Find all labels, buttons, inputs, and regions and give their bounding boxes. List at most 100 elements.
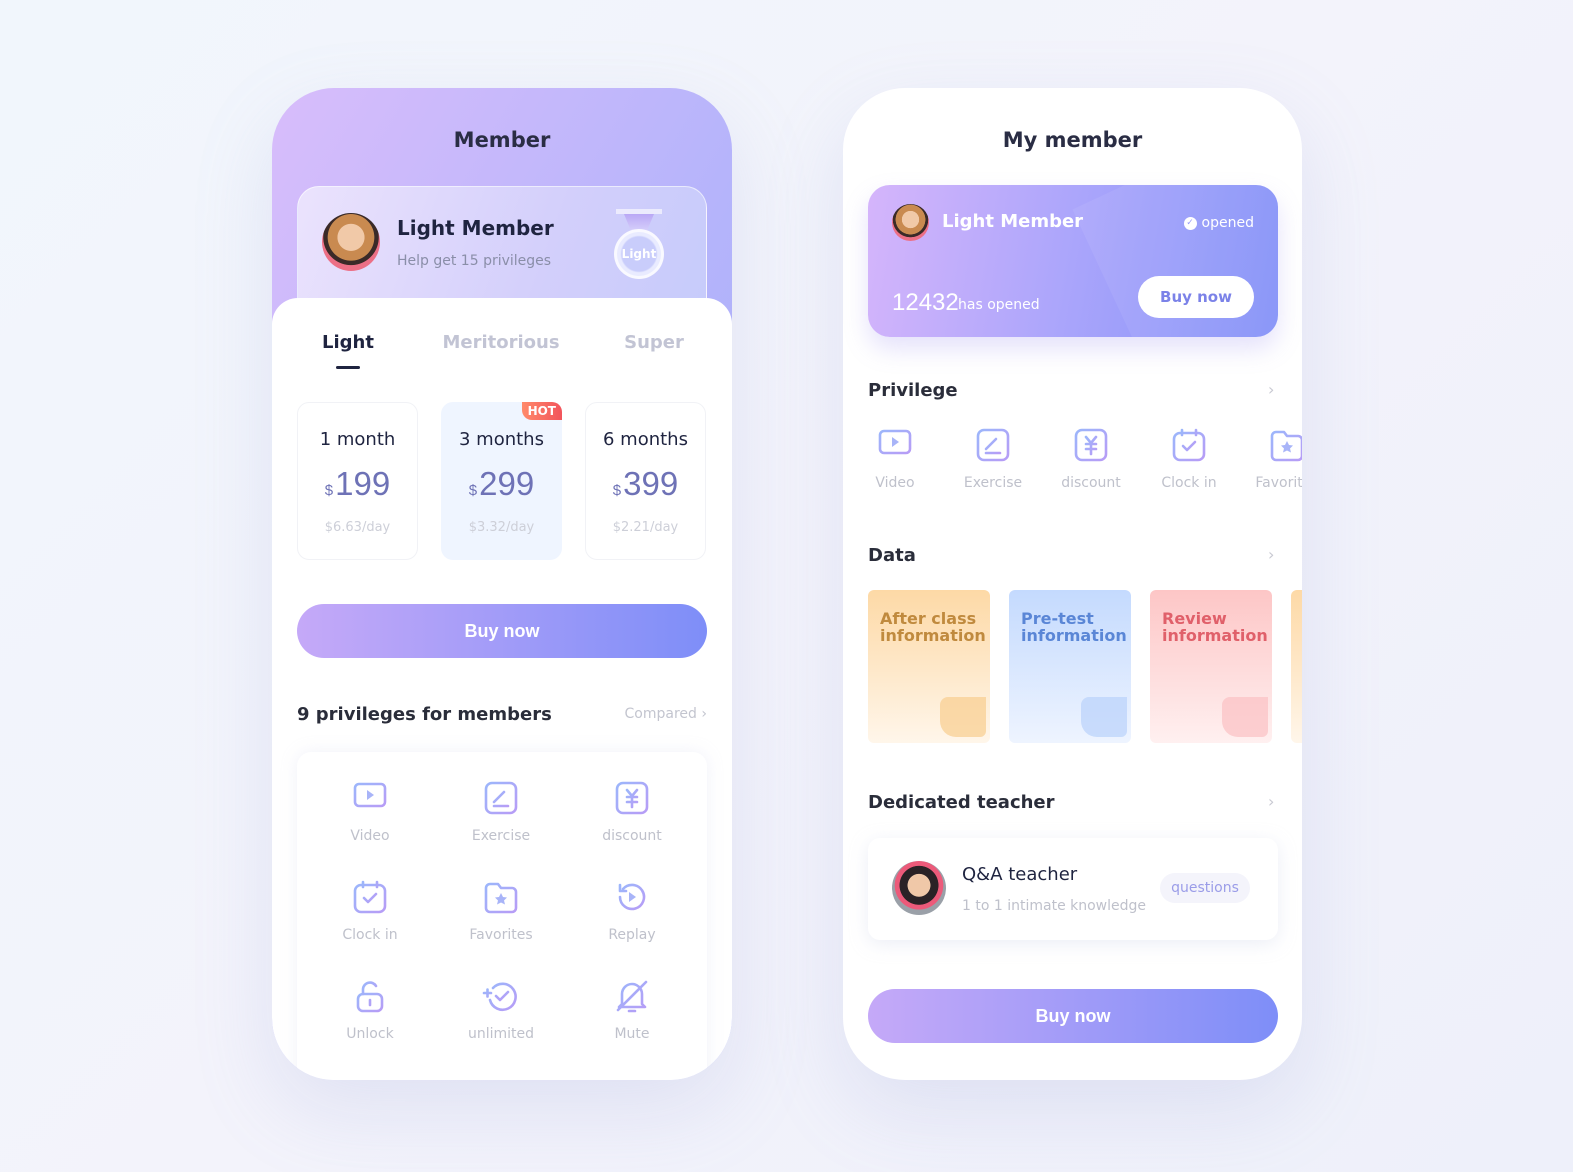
chevron-right-icon[interactable]: › [1268, 545, 1274, 564]
opened-count-label: has opened [958, 297, 1040, 313]
privilege-label: Mute [614, 1026, 650, 1042]
privilege-label: Clock in [342, 927, 398, 943]
privilege-label: Video [875, 475, 915, 491]
privilege-exercise[interactable]: Exercise [461, 778, 541, 844]
member-subtitle: Help get 15 privileges [397, 253, 552, 269]
tab-meritorious[interactable]: Meritorious [442, 332, 559, 353]
privilege-unlock[interactable]: Unlock [330, 976, 410, 1042]
check-circle-icon: ✓ [1183, 216, 1197, 230]
plan-price: $299 [468, 465, 535, 502]
member-screen: Member Light Member Help get 15 privileg… [272, 88, 732, 1080]
avatar [892, 204, 929, 241]
plan-duration: 1 month [319, 429, 396, 450]
privilege-label: discount [602, 828, 662, 844]
questions-tag[interactable]: questions [1160, 873, 1250, 903]
data-card-after-class[interactable]: After class information [868, 590, 990, 743]
privilege-video[interactable]: Video [855, 425, 935, 491]
buy-now-button[interactable]: Buy now [297, 604, 707, 658]
compared-link[interactable]: Compared › [625, 706, 707, 722]
plan-card-3-months[interactable]: HOT 3 months $299 $3.32/day [441, 402, 562, 560]
favorites-icon [484, 882, 518, 914]
discount-icon [1074, 428, 1108, 462]
favorites-icon [1270, 430, 1302, 462]
tab-super[interactable]: Super [624, 332, 684, 353]
buy-now-button[interactable]: Buy now [868, 989, 1278, 1043]
plan-per-day: $2.21/day [612, 520, 679, 535]
privilege-label: Unlock [346, 1026, 394, 1042]
data-title: Data [868, 545, 916, 566]
plan-card-1-month[interactable]: 1 month $199 $6.63/day [297, 402, 418, 560]
plan-per-day: $3.32/day [468, 520, 535, 535]
tab-indicator [336, 366, 360, 369]
document-icon [940, 697, 986, 737]
document-icon [1222, 697, 1268, 737]
privilege-exercise[interactable]: Exercise [953, 425, 1033, 491]
privilege-favorites[interactable]: Favorites [1247, 425, 1302, 491]
privileges-grid: Video Exercise discount Clock in Favorites Re… [297, 752, 707, 1080]
discount-icon [615, 781, 649, 815]
plans-panel: Light Meritorious Super 1 month $199 $6.… [272, 298, 732, 1080]
chevron-right-icon[interactable]: › [1268, 792, 1274, 811]
privilege-label: discount [1061, 475, 1121, 491]
teacher-name: Q&A teacher [962, 864, 1078, 885]
plan-price: $199 [324, 465, 391, 502]
status-badge: ✓ opened [1183, 215, 1254, 231]
avatar [322, 213, 380, 271]
mute-icon [616, 980, 648, 1013]
data-card-pre-test[interactable]: Pre-test information [1009, 590, 1131, 743]
hot-badge: HOT [521, 402, 562, 420]
privilege-label: Exercise [471, 828, 531, 844]
unlock-icon [356, 981, 384, 1013]
page-title: Member [453, 128, 551, 152]
member-name: Light Member [942, 211, 1084, 232]
exercise-icon [976, 428, 1010, 462]
chevron-right-icon: › [701, 706, 707, 722]
plan-card-6-months[interactable]: 6 months $399 $2.21/day [585, 402, 706, 560]
medal-icon: Light [614, 209, 664, 279]
my-member-screen: My member Light Member ✓ opened 12432 ha… [843, 88, 1302, 1080]
privilege-label: unlimited [467, 1026, 535, 1042]
privilege-title: Privilege [868, 380, 958, 401]
privilege-clock-in[interactable]: Clock in [330, 877, 410, 943]
buy-now-button[interactable]: Buy now [1138, 276, 1254, 318]
clock-in-icon [353, 880, 387, 914]
tab-light[interactable]: Light [322, 332, 374, 353]
teacher-avatar [892, 861, 946, 915]
data-card-partial[interactable] [1291, 590, 1302, 743]
replay-icon [618, 883, 646, 911]
exercise-icon [484, 781, 518, 815]
plan-price: $399 [612, 465, 679, 502]
plan-duration: 6 months [603, 429, 688, 450]
teacher-title: Dedicated teacher [868, 792, 1055, 813]
privileges-title: 9 privileges for members [297, 704, 552, 725]
chevron-right-icon[interactable]: › [1268, 380, 1274, 399]
privilege-row: Video Exercise discount Clock in Favorites [843, 425, 1302, 505]
unlimited-icon [482, 982, 517, 1012]
privilege-clock-in[interactable]: Clock in [1149, 425, 1229, 491]
privilege-mute[interactable]: Mute [592, 976, 672, 1042]
member-name: Light Member [397, 216, 554, 240]
privilege-label: Replay [608, 927, 656, 943]
privilege-favorites[interactable]: Favorites [461, 877, 541, 943]
video-icon [353, 782, 387, 814]
data-card-review[interactable]: Review information [1150, 590, 1272, 743]
plan-duration: 3 months [459, 429, 544, 450]
privilege-label: Clock in [1161, 475, 1217, 491]
page-title: My member [1002, 128, 1143, 152]
plan-per-day: $6.63/day [324, 520, 391, 535]
privilege-discount[interactable]: discount [1051, 425, 1131, 491]
privilege-label: Favorites [1255, 475, 1302, 491]
teacher-subtitle: 1 to 1 intimate knowledge [962, 898, 1147, 914]
privilege-label: Video [350, 828, 390, 844]
privilege-replay[interactable]: Replay [592, 877, 672, 943]
privilege-label: Favorites [469, 927, 533, 943]
privilege-video[interactable]: Video [330, 778, 410, 844]
privilege-discount[interactable]: discount [592, 778, 672, 844]
member-status-card: Light Member ✓ opened 12432 has opened B… [868, 185, 1278, 337]
clock-in-icon [1172, 428, 1206, 462]
privilege-unlimited[interactable]: unlimited [461, 976, 541, 1042]
opened-count: 12432 [892, 289, 959, 316]
teacher-card[interactable]: Q&A teacher 1 to 1 intimate knowledge qu… [868, 838, 1278, 940]
privilege-label: Exercise [963, 475, 1023, 491]
video-icon [878, 429, 912, 461]
